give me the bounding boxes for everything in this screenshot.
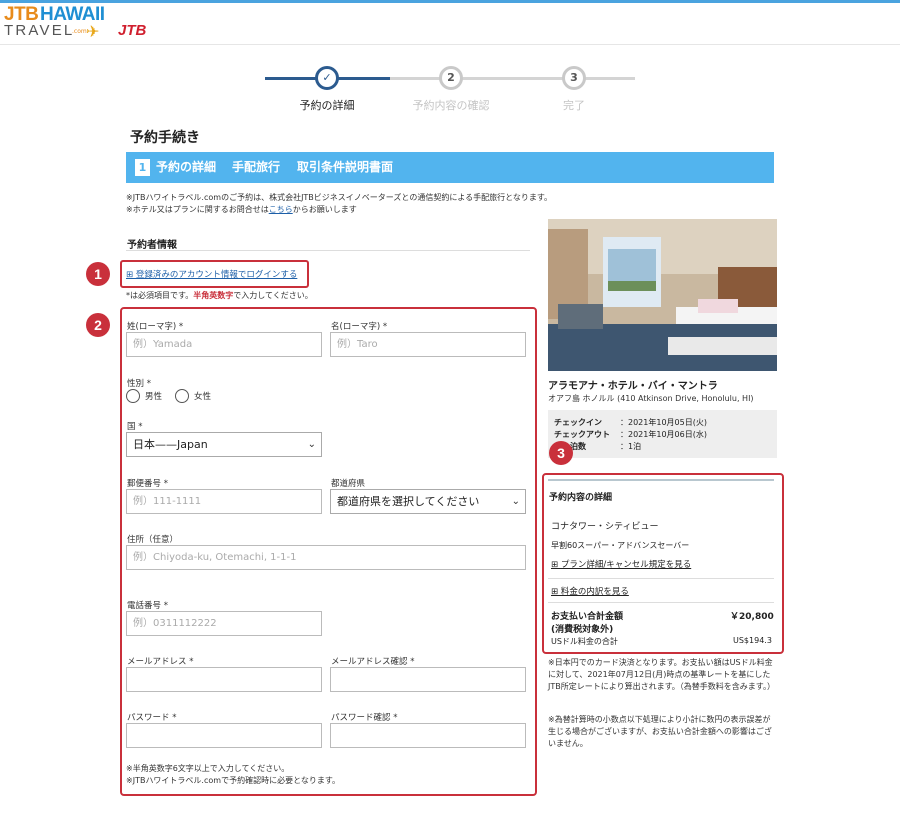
last-name-input[interactable]: 例）Yamada — [126, 332, 322, 357]
phone-input[interactable]: 例）0311112222 — [126, 611, 322, 636]
section-divider — [126, 250, 530, 251]
phone-label: 電話番号 * — [127, 601, 168, 611]
tab-terms-document[interactable]: 取引条件説明書面 — [297, 159, 393, 176]
zip-input[interactable]: 例）111-1111 — [126, 489, 322, 514]
price-breakdown-link[interactable]: ⊞ 料金の内訳を見る — [551, 585, 629, 597]
chevron-down-icon: ⌄ — [511, 496, 520, 507]
chevron-down-icon: ⌄ — [307, 439, 316, 450]
step-2-label: 予約内容の確認 — [412, 99, 490, 112]
rounding-note: ※為替計算時の小数点以下処理により小計に数円の表示誤差が生じる場合がございますが… — [548, 715, 772, 748]
step-2-circle: 2 — [439, 66, 463, 90]
gender-male-label: 男性 — [145, 392, 163, 402]
room-type: コナタワー・シティビュー — [551, 522, 659, 532]
nights-value: ：1泊 — [620, 442, 642, 451]
hotel-address: オアフ島 ホノルル (410 Atkinson Drive, Honolulu,… — [548, 394, 754, 403]
details-divider-2 — [548, 602, 774, 603]
email-confirm-input[interactable] — [330, 667, 526, 692]
tax-note: (消費税対象外) — [551, 625, 614, 635]
country-select[interactable]: 日本——Japan ⌄ — [126, 432, 322, 457]
checkin-value: ：2021年10月05日(火) — [620, 418, 707, 427]
gender-female-label: 女性 — [194, 392, 212, 402]
tab-number-badge: 1 — [135, 159, 150, 176]
checkin-label: チェックイン — [554, 418, 602, 427]
callout-badge-2: 2 — [86, 313, 110, 337]
callout-badge-1: 1 — [86, 262, 110, 286]
email-input[interactable] — [126, 667, 322, 692]
plan-name: 早割60スーパー・アドバンスセーバー — [551, 541, 690, 550]
header-divider — [0, 44, 900, 45]
details-top-rule — [548, 479, 774, 481]
plan-details-link[interactable]: ⊞ プラン詳細/キャンセル規定を見る — [551, 558, 691, 570]
section-title: 予約者情報 — [127, 240, 177, 251]
total-label: お支払い合計金額 — [551, 612, 624, 622]
total-value: ￥20,800 — [730, 612, 774, 622]
address-label: 住所（任意） — [127, 535, 179, 545]
gender-label: 性別 * — [127, 379, 151, 389]
tab-bar — [126, 152, 774, 183]
usd-value: US$194.3 — [733, 636, 772, 645]
checkout-label: チェックアウト — [554, 430, 610, 439]
tab-arranged-travel[interactable]: 手配旅行 — [232, 159, 280, 176]
checkout-value: ：2021年10月06日(水) — [620, 430, 707, 439]
notice-line-2: ※ホテル又はプランに関するお問合せはこちらからお願いします — [126, 205, 357, 214]
first-name-label: 名(ローマ字) * — [331, 322, 388, 332]
gender-female-radio[interactable] — [175, 389, 189, 403]
details-title: 予約内容の詳細 — [549, 493, 613, 503]
usd-label: USドル料金の合計 — [551, 637, 618, 646]
password-note-1: ※半角英数字6文字以上で入力してください。 — [126, 764, 290, 773]
logo-jtb-mark: JTB — [118, 22, 147, 39]
payment-note: ※日本円でのカード決済となります。お支払い額はUSドル料金に対して、2021年0… — [548, 658, 775, 691]
last-name-label: 姓(ローマ字) * — [127, 322, 184, 332]
callout-badge-3: 3 — [549, 441, 573, 465]
airplane-icon: ✈ — [86, 22, 100, 41]
address-input[interactable]: 例）Chiyoda-ku, Otemachi, 1-1-1 — [126, 545, 526, 570]
email-label: メールアドレス * — [127, 657, 194, 667]
step-1-check-icon: ✓ — [315, 66, 339, 90]
contact-link[interactable]: こちら — [269, 205, 293, 214]
password-input[interactable] — [126, 723, 322, 748]
login-link[interactable]: ⊞ 登録済みのアカウント情報でログインする — [126, 268, 297, 280]
hotel-room-photo — [548, 219, 777, 371]
gender-male-radio[interactable] — [126, 389, 140, 403]
prefecture-label: 都道府県 — [331, 479, 366, 489]
password-note-2: ※JTBハワイトラベル.comで予約確認時に必要となります。 — [126, 776, 341, 785]
progress-line-pending — [390, 77, 635, 80]
email-confirm-label: メールアドレス確認 * — [331, 657, 415, 667]
page-title: 予約手続き — [130, 130, 200, 146]
logo-com-text: .com — [72, 28, 87, 35]
zip-label: 郵便番号 * — [127, 479, 168, 489]
step-1-label: 予約の詳細 — [299, 99, 355, 112]
hotel-name: アラモアナ・ホテル・バイ・マントラ — [548, 381, 718, 392]
notice-line-1: ※JTBハワイトラベル.comのご予約は、株式会社JTBビジネスイノベーターズと… — [126, 193, 553, 202]
first-name-input[interactable]: 例）Taro — [330, 332, 526, 357]
password-confirm-input[interactable] — [330, 723, 526, 748]
required-note: *は必須項目です。半角英数字で入力してください。 — [126, 291, 313, 300]
password-confirm-label: パスワード確認 * — [331, 713, 398, 723]
tab-reservation-details[interactable]: 予約の詳細 — [156, 159, 216, 176]
step-3-circle: 3 — [562, 66, 586, 90]
password-label: パスワード * — [127, 713, 177, 723]
logo-travel-text: TRAVEL — [4, 22, 75, 39]
country-label: 国 * — [127, 422, 143, 432]
details-divider — [548, 578, 774, 579]
prefecture-select[interactable]: 都道府県を選択してください ⌄ — [330, 489, 526, 514]
top-accent-line — [0, 0, 900, 3]
step-3-label: 完了 — [563, 99, 585, 112]
